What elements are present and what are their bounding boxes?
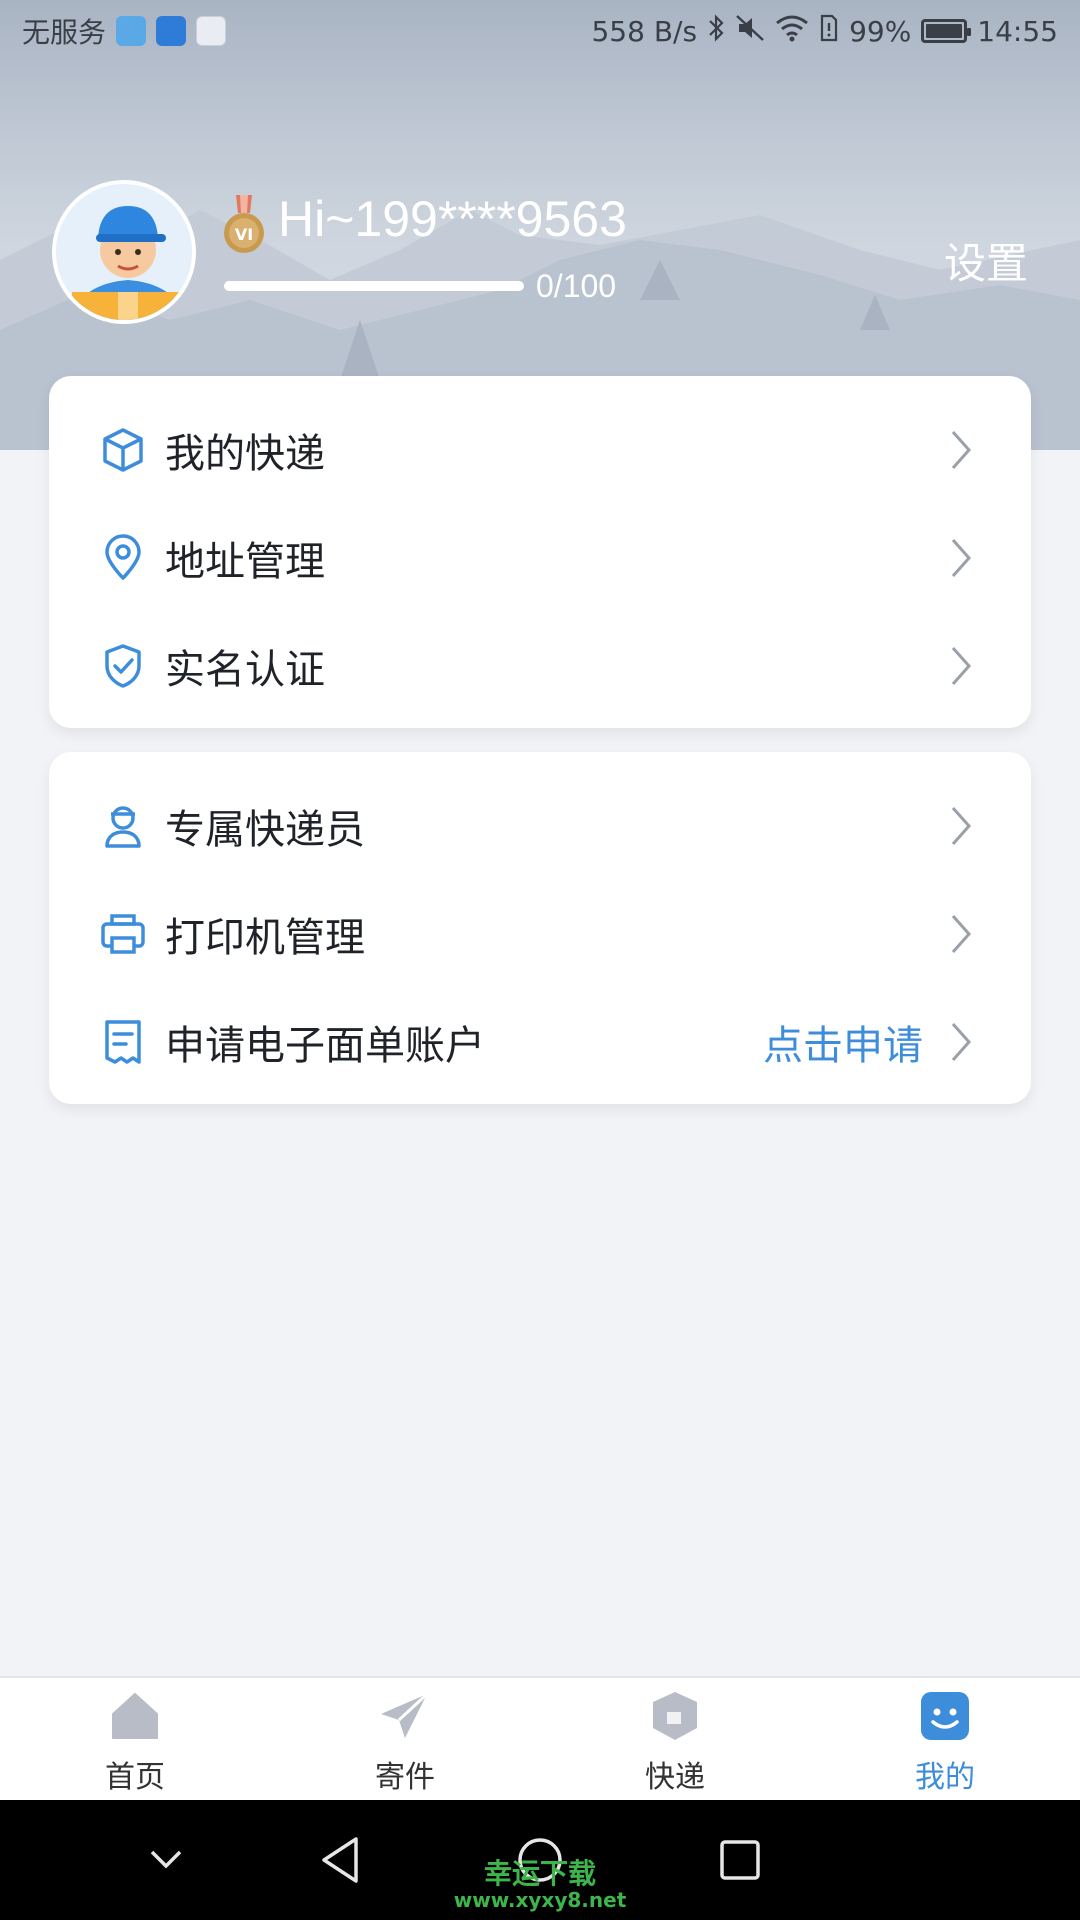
avatar[interactable] — [52, 180, 196, 324]
menu-item-label: 专属快递员 — [165, 807, 365, 853]
carrier-text: 无服务 — [22, 16, 107, 49]
sim-alert-icon — [819, 14, 839, 49]
bluetooth-icon — [707, 13, 725, 49]
apply-now-link[interactable]: 点击申请 — [763, 1013, 923, 1071]
nav-tab-mine[interactable]: 我的 — [810, 1678, 1080, 1800]
chevron-right-icon — [951, 431, 972, 469]
level-progress-text: 0/100 — [536, 268, 617, 304]
menu-item-label: 地址管理 — [165, 539, 325, 585]
box-icon — [103, 428, 143, 472]
menu-item-e-waybill-account[interactable]: 申请电子面单账户 点击申请 — [49, 988, 1031, 1096]
home-icon — [112, 1693, 158, 1739]
nav-tab-label: 首页 — [105, 1760, 165, 1795]
watermark-url: www.xyxy8.net — [453, 1888, 627, 1912]
menu-item-label: 申请电子面单账户 — [165, 1023, 485, 1069]
level-medal-icon: VI — [222, 195, 266, 255]
user-greeting: Hi~199****9563 — [278, 191, 627, 247]
nav-tab-label: 寄件 — [375, 1760, 435, 1795]
chevron-right-icon — [951, 807, 972, 845]
menu-item-label: 实名认证 — [165, 647, 325, 693]
cloud-app-icon — [116, 16, 147, 46]
parcel-icon — [653, 1692, 697, 1740]
location-pin-icon — [105, 534, 141, 580]
status-bar: 无服务 558 B/s 99% 14:55 — [0, 0, 1080, 62]
chevron-right-icon — [951, 1023, 972, 1061]
settings-button[interactable]: 设置 — [944, 230, 1028, 291]
smiley-icon — [921, 1692, 969, 1740]
menu-item-label: 打印机管理 — [165, 915, 365, 961]
nav-tab-label: 快递 — [645, 1760, 705, 1795]
menu-item-label: 我的快递 — [165, 431, 325, 477]
menu-item-dedicated-courier[interactable]: 专属快递员 — [49, 772, 1031, 880]
printer-icon — [101, 914, 145, 954]
menu-item-my-express[interactable]: 我的快递 — [49, 396, 1031, 504]
battery-percent: 99% — [849, 14, 912, 48]
chevron-right-icon — [951, 539, 972, 577]
shield-check-icon — [105, 644, 141, 688]
menu-item-real-name-verification[interactable]: 实名认证 — [49, 612, 1031, 720]
menu-card-secondary: 专属快递员 打印机管理 申请电子面单账户 点击申请 — [49, 752, 1031, 1104]
watermark-title: 幸运下载 — [483, 1857, 596, 1890]
wifi-icon — [775, 14, 809, 49]
nav-tab-home[interactable]: 首页 — [0, 1678, 270, 1800]
menu-item-address-management[interactable]: 地址管理 — [49, 504, 1031, 612]
bottom-navigation: 首页 寄件 快递 我的 — [0, 1676, 1080, 1800]
paper-plane-icon — [381, 1692, 429, 1738]
nav-tab-send[interactable]: 寄件 — [270, 1678, 540, 1800]
clock-text: 14:55 — [977, 14, 1058, 48]
nav-tab-label: 我的 — [915, 1760, 975, 1795]
zto-app-icon — [156, 16, 187, 46]
battery-icon — [921, 19, 972, 43]
chevron-right-icon — [951, 647, 972, 685]
menu-item-printer-management[interactable]: 打印机管理 — [49, 880, 1031, 988]
receipt-icon — [105, 1020, 141, 1064]
medal-level-text: VI — [235, 225, 253, 244]
courier-icon — [105, 806, 141, 848]
nav-tab-express[interactable]: 快递 — [540, 1678, 810, 1800]
net-speed-text: 558 B/s — [591, 14, 698, 48]
video-app-icon — [196, 16, 227, 46]
menu-card-primary: 我的快递 地址管理 实名认证 — [49, 376, 1031, 728]
level-progress-bar — [224, 281, 524, 291]
chevron-right-icon — [951, 915, 972, 953]
mute-icon — [735, 14, 765, 49]
